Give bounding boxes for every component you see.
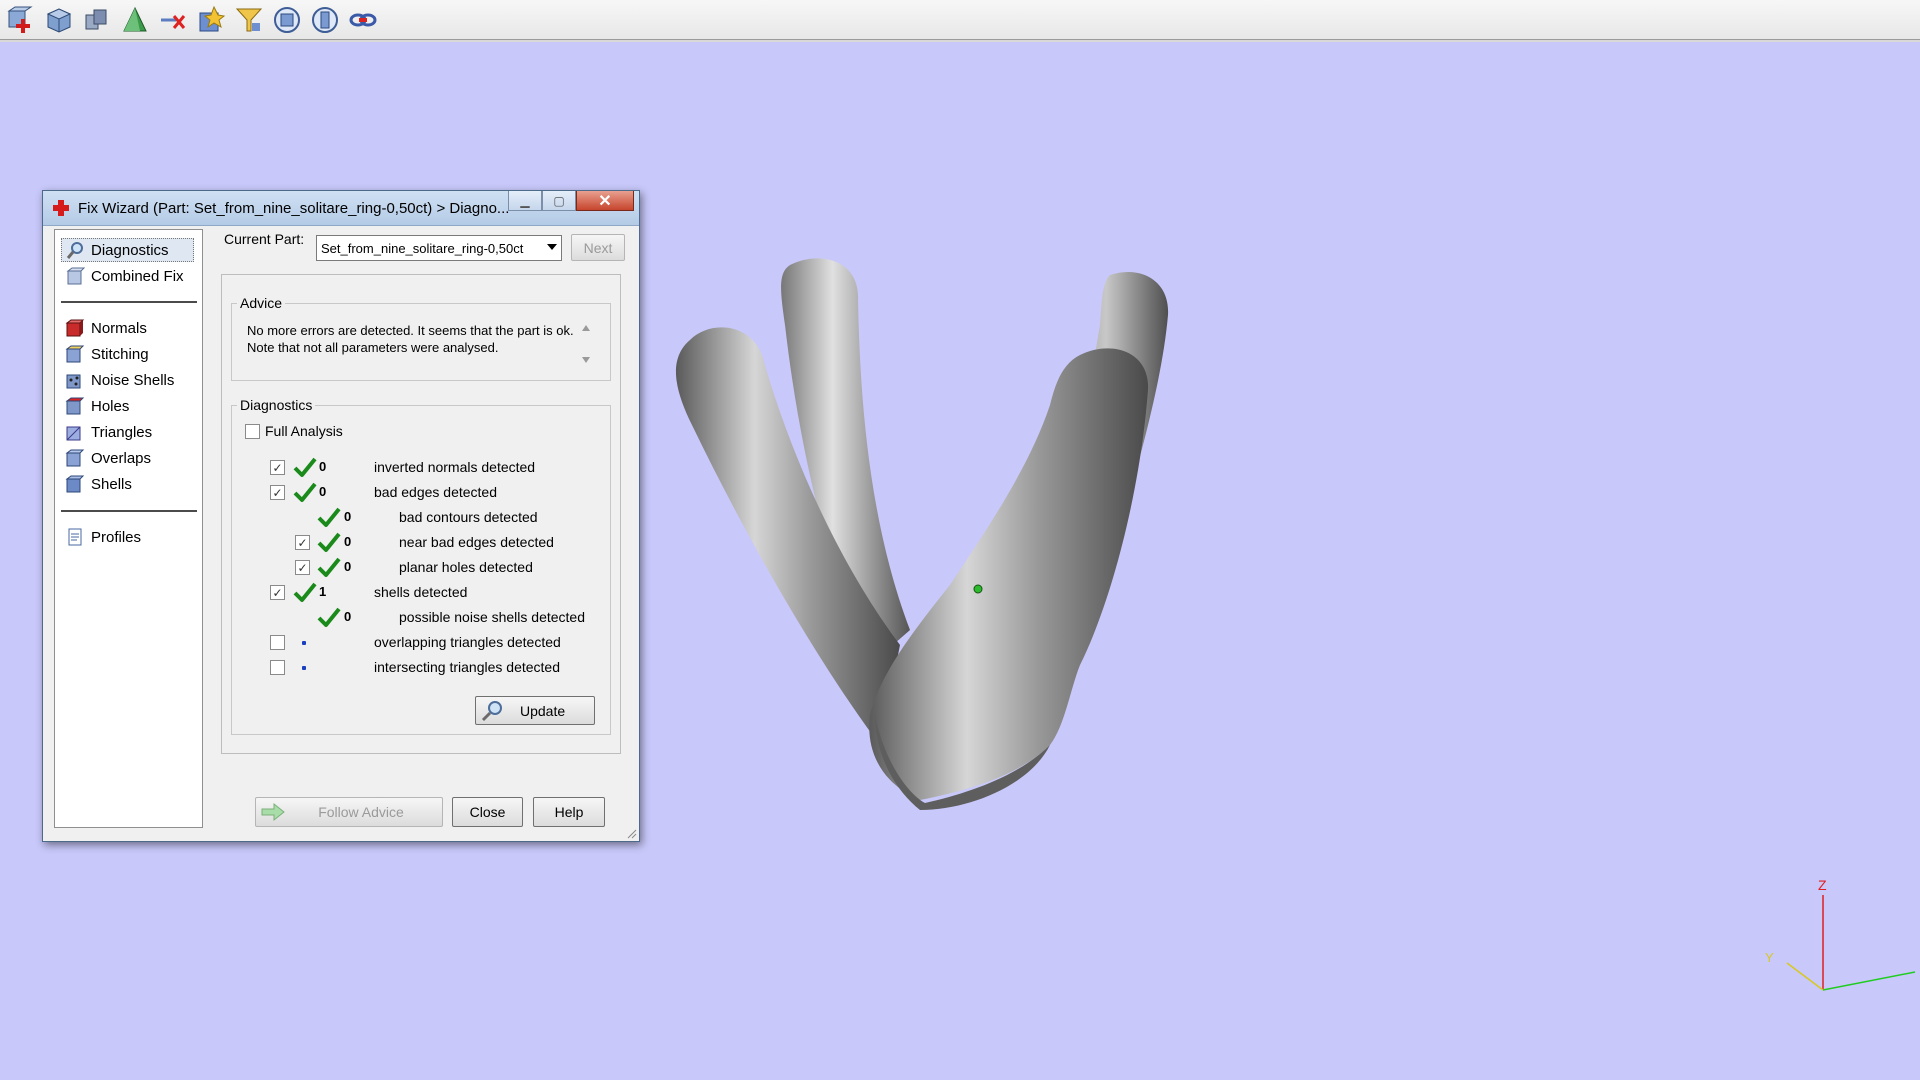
arrow-right-icon [261, 802, 285, 822]
nav-item-profiles[interactable]: Profiles [65, 525, 141, 549]
combined-fix-icon [65, 266, 85, 286]
current-part-label: Current Part: [224, 231, 305, 247]
profiles-doc-icon [65, 527, 85, 547]
full-analysis-label: Full Analysis [265, 423, 343, 439]
close-window-button[interactable]: ✕ [576, 191, 634, 211]
remove-icon[interactable] [156, 3, 190, 37]
help-button[interactable]: Help [533, 797, 605, 827]
green-check-icon [293, 482, 317, 502]
wizard-nav: Diagnostics Combined Fix Normals Stitchi… [54, 229, 203, 828]
dialog-title: Fix Wizard (Part: Set_from_nine_solitare… [78, 199, 510, 217]
planar-holes-count: 0 [344, 559, 352, 574]
nav-item-triangles[interactable]: Triangles [65, 420, 152, 444]
inverted-normals-count: 0 [319, 459, 327, 474]
planar-holes-checkbox[interactable]: ✓ [295, 560, 310, 575]
nav-item-holes[interactable]: Holes [65, 394, 129, 418]
maximize-button[interactable]: ▢ [542, 191, 576, 211]
main-toolbar [0, 0, 1920, 42]
chevron-down-icon [547, 244, 557, 250]
bad-contours-label: bad contours detected [399, 509, 538, 525]
pending-dot-icon [302, 641, 306, 645]
filter-icon[interactable] [232, 3, 266, 37]
ring-3d-model[interactable] [670, 245, 1290, 875]
overlapping-triangles-label: overlapping triangles detected [374, 634, 561, 650]
green-check-icon [317, 532, 341, 552]
fix-wizard-icon[interactable] [194, 3, 228, 37]
noise-shells-icon [65, 370, 85, 390]
magnifier-icon [481, 700, 502, 721]
follow-advice-button[interactable]: Follow Advice [255, 797, 443, 827]
holes-cube-icon [65, 396, 85, 416]
green-check-icon [317, 507, 341, 527]
advice-scrollbar[interactable] [577, 317, 595, 371]
full-analysis-checkbox[interactable] [245, 424, 260, 439]
intersecting-triangles-checkbox[interactable] [270, 660, 285, 675]
green-check-icon [293, 582, 317, 602]
red-cross-icon [53, 200, 69, 216]
fix-wizard-dialog: Fix Wizard (Part: Set_from_nine_solitare… [42, 190, 640, 842]
next-button[interactable]: Next [571, 234, 625, 261]
nav-item-shells[interactable]: Shells [65, 472, 132, 496]
axis-gizmo: Z Y [1745, 875, 1920, 995]
shells-label: shells detected [374, 584, 468, 600]
green-check-icon [317, 557, 341, 577]
current-part-dropdown[interactable]: Set_from_nine_solitare_ring-0,50ct [316, 235, 562, 261]
view-front-icon[interactable] [270, 3, 304, 37]
advice-title: Advice [237, 295, 286, 311]
bad-edges-checkbox[interactable]: ✓ [270, 485, 285, 500]
shells-count: 1 [319, 584, 327, 599]
bad-contours-count: 0 [344, 509, 352, 524]
near-bad-edges-label: near bad edges detected [399, 534, 554, 550]
add-part-icon[interactable] [4, 3, 38, 37]
inverted-normals-label: inverted normals detected [374, 459, 536, 475]
nav-item-noise-shells[interactable]: Noise Shells [65, 368, 174, 392]
inverted-normals-checkbox[interactable]: ✓ [270, 460, 285, 475]
bad-edges-count: 0 [319, 484, 327, 499]
nav-item-overlaps[interactable]: Overlaps [65, 446, 151, 470]
nav-item-normals[interactable]: Normals [65, 316, 147, 340]
near-bad-edges-checkbox[interactable]: ✓ [295, 535, 310, 550]
pending-dot-icon [302, 666, 306, 670]
part-box-icon[interactable] [42, 3, 76, 37]
axis-label-y: Y [1765, 950, 1774, 965]
shell-icon[interactable] [118, 3, 152, 37]
close-button[interactable]: Close [452, 797, 523, 827]
dialog-titlebar[interactable]: Fix Wizard (Part: Set_from_nine_solitare… [43, 191, 639, 226]
minimize-button[interactable]: ▁ [508, 191, 542, 211]
view-side-icon[interactable] [308, 3, 342, 37]
overlaps-cube-icon [65, 448, 85, 468]
planar-holes-label: planar holes detected [399, 559, 533, 575]
normals-cube-icon [65, 318, 85, 338]
bad-edges-label: bad edges detected [374, 484, 497, 500]
advice-text: No more errors are detected. It seems th… [247, 323, 574, 355]
update-button[interactable]: Update [475, 696, 595, 725]
noise-shells-count: 0 [344, 609, 352, 624]
overlapping-triangles-checkbox[interactable] [270, 635, 285, 650]
triangles-cube-icon [65, 422, 85, 442]
axis-label-z: Z [1818, 877, 1827, 893]
multi-part-icon[interactable] [80, 3, 114, 37]
magnifier-icon [65, 240, 85, 260]
near-bad-edges-count: 0 [344, 534, 352, 549]
nav-item-combined-fix[interactable]: Combined Fix [65, 264, 184, 288]
shells-cube-icon [65, 474, 85, 494]
green-check-icon [293, 457, 317, 477]
link-icon[interactable] [346, 3, 380, 37]
shells-checkbox[interactable]: ✓ [270, 585, 285, 600]
nav-item-stitching[interactable]: Stitching [65, 342, 149, 366]
nav-item-diagnostics[interactable]: Diagnostics [61, 238, 194, 262]
diagnostics-title: Diagnostics [237, 397, 316, 413]
intersecting-triangles-label: intersecting triangles detected [374, 659, 560, 675]
resize-grip-icon[interactable] [625, 827, 637, 839]
noise-shells-label: possible noise shells detected [399, 609, 586, 625]
green-check-icon [317, 607, 341, 627]
stitching-cube-icon [65, 344, 85, 364]
